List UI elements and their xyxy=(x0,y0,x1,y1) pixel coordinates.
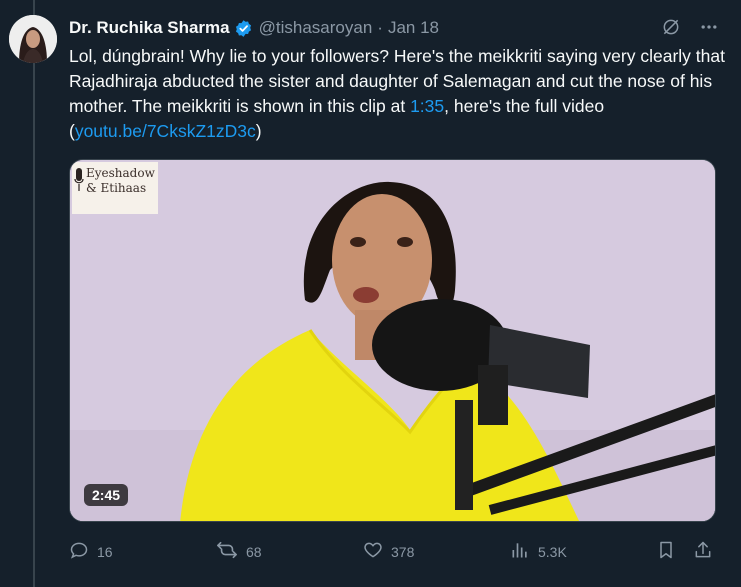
views-icon xyxy=(510,540,530,563)
video-frame xyxy=(70,160,715,521)
video-duration: 2:45 xyxy=(84,484,129,506)
share-icon xyxy=(693,540,713,563)
views-count: 5.3K xyxy=(538,543,567,560)
header-actions xyxy=(661,17,719,37)
tweet-text: Lol, dúngbrain! Why lie to your follower… xyxy=(69,44,725,144)
tweet-text-part1: Lol, dúngbrain! Why lie to your follower… xyxy=(69,46,725,116)
video-player[interactable]: Eyeshadow & Etihaas 2:45 xyxy=(69,159,716,522)
channel-watermark: Eyeshadow & Etihaas xyxy=(72,162,158,214)
bookmark-icon xyxy=(656,540,676,563)
separator-dot: · xyxy=(377,18,383,37)
share-button[interactable] xyxy=(693,540,713,563)
watermark-line-2: & Etihaas xyxy=(86,181,147,195)
like-button[interactable]: 378 xyxy=(363,540,414,563)
avatar-image xyxy=(9,15,57,63)
tweet-text-part3: ) xyxy=(255,121,262,141)
verified-badge-icon xyxy=(234,19,253,38)
repost-button[interactable]: 68 xyxy=(216,540,262,563)
repost-icon xyxy=(216,540,238,563)
views-button[interactable]: 5.3K xyxy=(510,540,567,563)
repost-count: 68 xyxy=(246,543,262,560)
reply-button[interactable]: 16 xyxy=(69,540,113,563)
reply-icon xyxy=(69,540,89,563)
watermark-line-1: Eyeshadow xyxy=(86,166,155,180)
thread-line xyxy=(33,0,35,587)
timestamp-link[interactable]: 1:35 xyxy=(410,96,444,116)
like-icon xyxy=(363,540,383,563)
author-name[interactable]: Dr. Ruchika Sharma xyxy=(69,18,230,38)
avatar[interactable] xyxy=(9,15,57,63)
tweet-date[interactable]: Jan 18 xyxy=(388,18,439,38)
microphone-icon xyxy=(74,168,84,191)
like-count: 378 xyxy=(391,543,415,560)
video-link[interactable]: youtu.be/7CkskZ1zD3c xyxy=(75,121,256,141)
tweet-actions: 16 68 378 5.3K xyxy=(69,540,719,564)
grok-icon[interactable] xyxy=(661,17,681,37)
more-icon[interactable] xyxy=(699,17,719,37)
tweet-header: Dr. Ruchika Sharma @tishasaroyan · Jan 1… xyxy=(69,16,439,40)
bookmark-button[interactable] xyxy=(656,540,676,563)
reply-count: 16 xyxy=(97,543,113,560)
author-handle[interactable]: @tishasaroyan xyxy=(259,18,373,38)
tweet[interactable]: Dr. Ruchika Sharma @tishasaroyan · Jan 1… xyxy=(0,0,741,587)
